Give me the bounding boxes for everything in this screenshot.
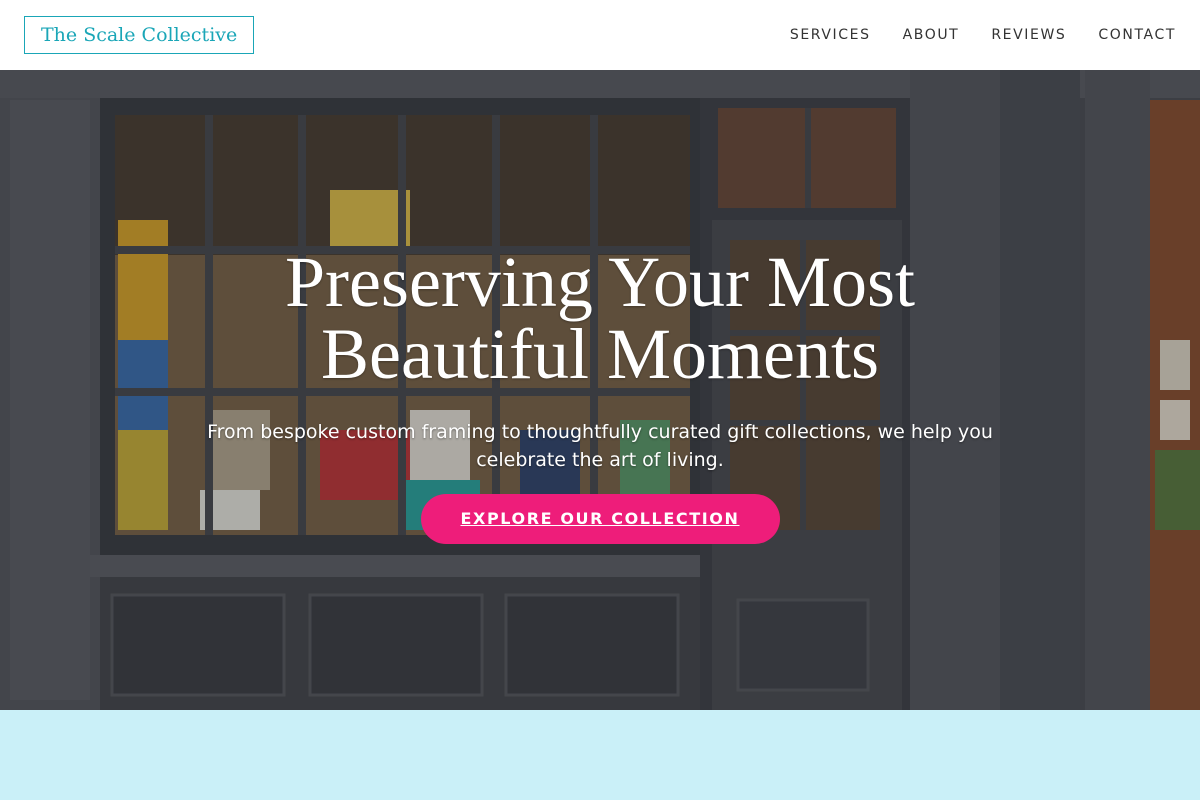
hero-title: Preserving Your Most Beautiful Moments bbox=[284, 242, 916, 394]
site-header: The Scale Collective SERVICES ABOUT REVI… bbox=[0, 0, 1200, 70]
hero-subtitle: From bespoke custom framing to thoughtfu… bbox=[207, 421, 993, 471]
next-section bbox=[0, 710, 1200, 800]
nav-reviews[interactable]: REVIEWS bbox=[991, 27, 1066, 43]
nav-services[interactable]: SERVICES bbox=[790, 27, 871, 43]
nav-contact[interactable]: CONTACT bbox=[1098, 27, 1176, 43]
hero-content: Preserving Your Most Beautiful Moments F… bbox=[0, 246, 1200, 544]
main-nav: SERVICES ABOUT REVIEWS CONTACT bbox=[790, 27, 1176, 43]
explore-collection-button[interactable]: EXPLORE OUR COLLECTION bbox=[420, 494, 780, 544]
site-logo[interactable]: The Scale Collective bbox=[24, 16, 255, 54]
nav-about[interactable]: ABOUT bbox=[903, 27, 960, 43]
hero-section: Preserving Your Most Beautiful Moments F… bbox=[0, 70, 1200, 710]
